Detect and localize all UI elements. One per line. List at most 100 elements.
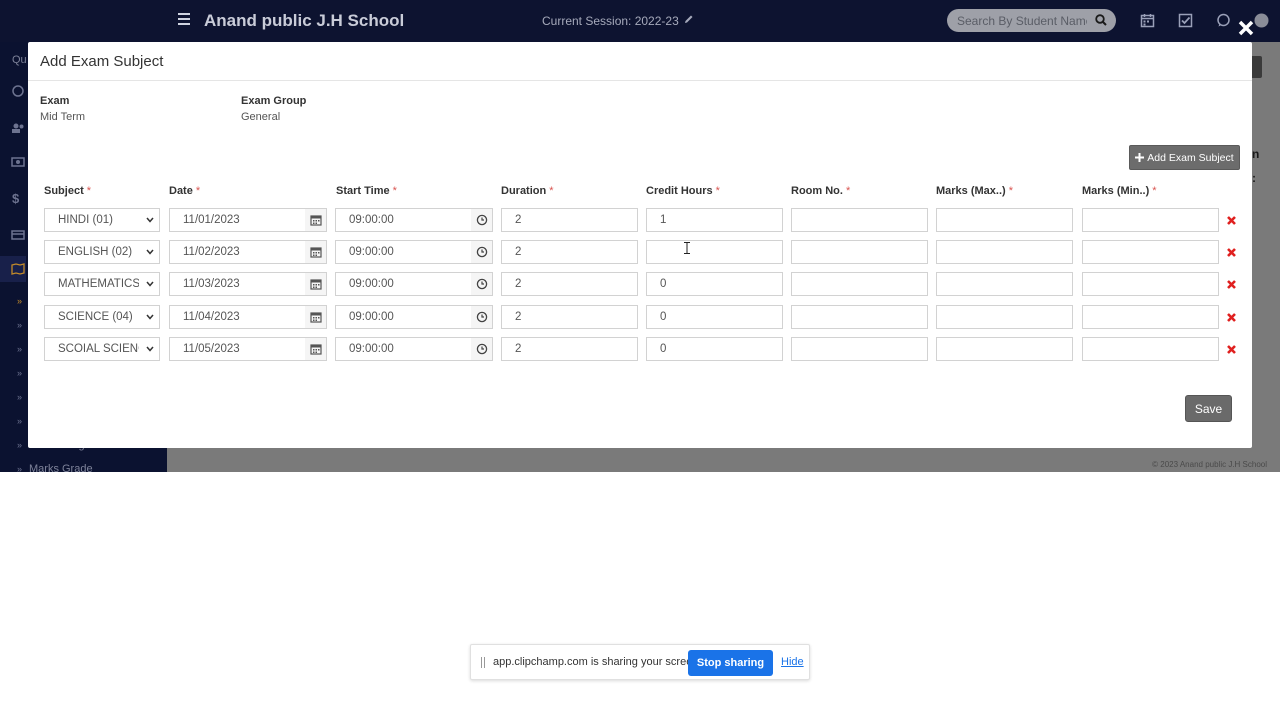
user-avatar-icon[interactable] [1254,13,1269,28]
credit-hours-input[interactable]: 0 [646,337,783,361]
credit-hours-input[interactable]: 1 [646,208,783,232]
marks-min-input[interactable] [1082,272,1219,296]
checklist-icon[interactable] [1178,13,1193,28]
subject-select-value: ENGLISH (02) [58,246,133,258]
exam-group-value: General [241,111,281,123]
top-navbar: Anand public J.H School Current Session:… [0,0,1280,42]
whatsapp-icon[interactable] [1216,13,1231,28]
column-header-room-no: Room No. * [791,185,851,197]
search-input[interactable] [957,12,1087,29]
date-input[interactable]: 11/03/2023 [169,272,306,296]
subject-select[interactable]: MATHEMATICS (03) [44,272,160,296]
subject-select[interactable]: SCOIAL SCIENCE (05) [44,337,160,361]
delete-icon[interactable] [1226,279,1237,290]
marks-min-input[interactable] [1082,337,1219,361]
save-button[interactable]: Save [1185,395,1232,422]
delete-icon[interactable] [1226,312,1237,323]
column-header-marks-min: Marks (Min..) * [1082,185,1157,197]
marks-max-input[interactable] [936,240,1073,264]
search-icon[interactable] [1095,14,1107,26]
start-time-input[interactable]: 09:00:00 [335,272,472,296]
marks-min-input[interactable] [1082,305,1219,329]
marks-max-input[interactable] [936,305,1073,329]
room-no-input[interactable] [791,337,928,361]
column-header-text: Room No. [791,185,843,197]
chevron-right-icon: » [17,320,23,330]
date-input[interactable]: 11/05/2023 [169,337,306,361]
time-picker-button[interactable] [471,305,493,329]
table-row: SCIENCE (04) 11/04/2023 09:00:00 2 0 [28,305,1252,329]
start-time-input[interactable]: 09:00:00 [335,337,472,361]
calendar-icon [309,279,322,290]
subject-select[interactable]: HINDI (01) [44,208,160,232]
chevron-right-icon: » [17,392,23,402]
screen-share-bar: app.clipchamp.com is sharing your screen… [470,644,810,680]
marks-max-input[interactable] [936,208,1073,232]
table-row: MATHEMATICS (03) 11/03/2023 09:00:00 2 0 [28,272,1252,296]
room-no-input[interactable] [791,240,928,264]
users-icon[interactable] [11,122,25,134]
column-header-text: Duration [501,185,547,197]
time-picker-button[interactable] [471,272,493,296]
subject-select[interactable]: ENGLISH (02) [44,240,160,264]
date-input[interactable]: 11/04/2023 [169,305,306,329]
stop-sharing-button[interactable]: Stop sharing [688,650,773,676]
subject-select[interactable]: SCIENCE (04) [44,305,160,329]
close-icon[interactable] [1236,18,1256,38]
column-header-marks-max: Marks (Max..) * [936,185,1013,197]
time-picker-button[interactable] [471,240,493,264]
current-session[interactable]: Current Session: 2022-23 [542,14,694,28]
menu-icon[interactable] [178,13,190,25]
date-input[interactable]: 11/01/2023 [169,208,306,232]
date-picker-button[interactable] [305,208,327,232]
room-no-input[interactable] [791,208,928,232]
hide-link[interactable]: Hide [781,656,804,668]
chevron-right-icon: » [17,416,23,426]
credit-hours-input[interactable] [646,240,783,264]
duration-input[interactable]: 2 [501,337,638,361]
column-header-text: Start Time [336,185,390,197]
calendar-icon [309,247,322,258]
room-no-input[interactable] [791,272,928,296]
money-icon[interactable] [11,156,25,168]
delete-icon[interactable] [1226,344,1237,355]
card-icon[interactable] [11,229,25,241]
date-picker-button[interactable] [305,305,327,329]
exam-icon[interactable] [11,85,25,97]
table-row: SCOIAL SCIENCE (05) 11/05/2023 09:00:00 20 [28,337,1252,361]
pencil-icon[interactable] [684,14,694,24]
duration-input[interactable]: 2 [501,305,638,329]
drag-handle-icon[interactable] [481,657,485,668]
calendar-icon[interactable] [1140,13,1155,28]
dollar-icon[interactable]: $ [12,191,19,206]
date-input[interactable]: 11/02/2023 [169,240,306,264]
start-time-input[interactable]: 09:00:00 [335,208,472,232]
add-exam-subject-button[interactable]: Add Exam Subject [1129,145,1240,170]
date-picker-button[interactable] [305,337,327,361]
start-time-input[interactable]: 09:00:00 [335,305,472,329]
school-brand[interactable]: Anand public J.H School [204,11,404,31]
map-icon[interactable] [11,263,25,275]
column-header-start-time: Start Time * [336,185,397,197]
date-picker-button[interactable] [305,240,327,264]
date-picker-button[interactable] [305,272,327,296]
marks-min-input[interactable] [1082,240,1219,264]
marks-max-input[interactable] [936,337,1073,361]
duration-input[interactable]: 2 [501,208,638,232]
duration-input[interactable]: 2 [501,272,638,296]
chevron-right-icon: » [17,344,23,354]
start-time-input[interactable]: 09:00:00 [335,240,472,264]
delete-icon[interactable] [1226,215,1237,226]
time-picker-button[interactable] [471,337,493,361]
column-header-date: Date * [169,185,201,197]
marks-min-input[interactable] [1082,208,1219,232]
marks-max-input[interactable] [936,272,1073,296]
delete-icon[interactable] [1226,247,1237,258]
time-picker-button[interactable] [471,208,493,232]
sidebar-item-marks-grade[interactable]: Marks Grade [29,463,93,472]
credit-hours-input[interactable]: 0 [646,272,783,296]
credit-hours-input[interactable]: 0 [646,305,783,329]
duration-input[interactable]: 2 [501,240,638,264]
chevron-down-icon [146,217,154,223]
room-no-input[interactable] [791,305,928,329]
